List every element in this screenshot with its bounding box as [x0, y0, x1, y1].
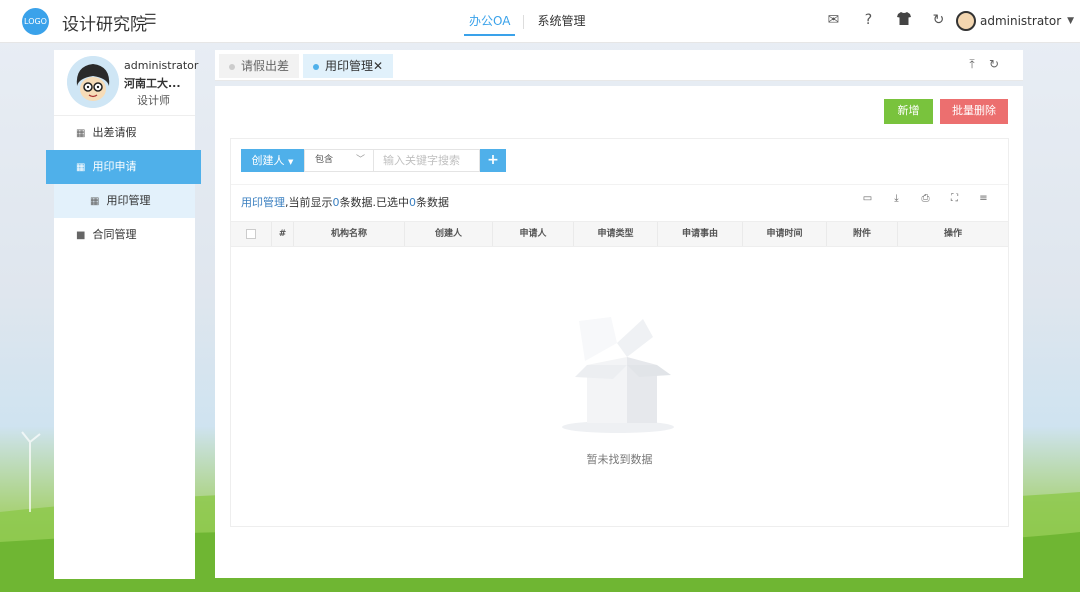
add-button[interactable]: 新增 [884, 99, 933, 124]
menu-toggle-icon[interactable]: ☰ [144, 12, 157, 28]
app-title: 设计研究院 [62, 15, 147, 35]
column-header-reason[interactable]: 申请事由 [658, 222, 743, 246]
sidebar-item-label: 出差请假 [92, 126, 137, 139]
refresh-icon[interactable]: ↻ [983, 57, 1005, 72]
select-all-checkbox[interactable] [246, 228, 256, 239]
selected-count: 0 [409, 196, 416, 209]
top-bar: LOGO 设计研究院 ☰ 办公OA 系统管理 ✉ ? ↻ administrat… [0, 0, 1080, 43]
gift-icon: ■ [76, 230, 86, 241]
sidebar: administrator 河南工大... 设计师 ▦ 出差请假 ▦ 用印申请 … [46, 50, 201, 579]
sidebar-item-seal-application[interactable]: ▦ 用印申请 [46, 150, 201, 184]
summary-text: ,当前显示 [285, 196, 333, 209]
tab-seal-management[interactable]: 用印管理✕ [303, 54, 394, 78]
tab-tools: ⤒ ↻ [961, 57, 1005, 72]
table-summary: 用印管理,当前显示0条数据.已选中0条数据 [241, 194, 449, 210]
caret-down-icon: ▼ [288, 158, 294, 166]
data-panel: 创建人 ▼ 包含 ﹀ + 用印管理,当前显示0条数据.已选中0条数据 ▭ ⤓ ⎙… [230, 138, 1009, 527]
column-header-attachment[interactable]: 附件 [827, 222, 898, 246]
tab-label: 用印管理 [325, 59, 374, 73]
sidebar-item-seal-management[interactable]: ▦ 用印管理 [54, 184, 195, 218]
filter-columns-icon[interactable]: ≡ [969, 193, 998, 204]
nav-office-oa[interactable]: 办公OA [456, 0, 523, 43]
sidebar-item-label: 用印申请 [92, 160, 137, 173]
mail-icon[interactable]: ✉ [816, 12, 851, 29]
refresh-icon[interactable]: ↻ [921, 12, 956, 29]
shirt-icon[interactable] [886, 12, 921, 29]
operator-select[interactable]: 包含 ﹀ [304, 149, 374, 172]
module-link[interactable]: 用印管理 [241, 196, 285, 209]
profile-org: 河南工大... [124, 77, 181, 90]
tab-dot [229, 63, 235, 70]
summary-text: 条数据.已选中 [339, 196, 410, 209]
print-icon[interactable]: ⎙ [911, 193, 940, 204]
column-header-type[interactable]: 申请类型 [574, 222, 658, 246]
folder-icon[interactable]: ▭ [853, 193, 882, 204]
search-input[interactable] [374, 149, 480, 172]
column-header-creator[interactable]: 创建人 [405, 222, 493, 246]
select-all-cell [231, 222, 272, 246]
field-select[interactable]: 创建人 ▼ [241, 149, 304, 172]
sidebar-item-label: 用印管理 [106, 194, 151, 207]
profile-role: 设计师 [137, 94, 170, 107]
empty-box-illustration [562, 317, 674, 433]
logo: LOGO [22, 8, 49, 35]
column-header-org[interactable]: 机构名称 [294, 222, 405, 246]
download-icon[interactable]: ⤓ [882, 193, 911, 204]
table-header: # 机构名称 创建人 申请人 申请类型 申请事由 申请时间 附件 操作 [231, 221, 1008, 247]
search-add-button[interactable]: + [480, 149, 506, 172]
empty-message: 暂未找到数据 [586, 453, 653, 466]
grid-icon: ▦ [76, 162, 86, 173]
profile-name: administrator [124, 59, 199, 72]
column-header-time[interactable]: 申请时间 [743, 222, 827, 246]
tab-dot [313, 63, 319, 70]
top-nav: 办公OA 系统管理 [456, 0, 598, 43]
operator-value: 包含 [315, 155, 334, 165]
grid-icon: ▦ [90, 196, 100, 207]
shown-count: 0 [332, 196, 340, 209]
user-profile: administrator 河南工大... 设计师 [54, 50, 199, 116]
batch-delete-button[interactable]: 批量删除 [940, 99, 1008, 124]
chevron-down-icon: ﹀ [355, 155, 365, 165]
profile-avatar [67, 56, 119, 108]
sidebar-item-contract-management[interactable]: ■ 合同管理 [54, 218, 195, 252]
sidebar-item-label: 合同管理 [92, 228, 137, 241]
empty-state: 暂未找到数据 [231, 247, 1008, 526]
column-header-actions[interactable]: 操作 [898, 222, 1008, 246]
caret-down-icon: ▼ [1067, 16, 1075, 26]
field-select-label: 创建人 [251, 154, 285, 167]
tab-bar: 请假出差 用印管理✕ ⤒ ↻ [215, 50, 1023, 81]
upload-icon[interactable]: ⤒ [961, 57, 983, 72]
fullscreen-icon[interactable]: ⛶ [940, 193, 969, 204]
top-icons: ✉ ? ↻ [816, 12, 956, 29]
main-content: 新增 批量删除 创建人 ▼ 包含 ﹀ + 用印管理,当前显示0条数据.已选中0条… [215, 86, 1023, 578]
summary-text: 条数据 [416, 196, 449, 209]
tab-leave-travel[interactable]: 请假出差 [219, 54, 300, 78]
avatar [956, 11, 976, 31]
table-info: 用印管理,当前显示0条数据.已选中0条数据 ▭ ⤓ ⎙ ⛶ ≡ [231, 184, 1008, 214]
search-bar: 创建人 ▼ 包含 ﹀ + [241, 149, 506, 172]
grid-icon: ▦ [76, 128, 86, 139]
help-icon[interactable]: ? [851, 12, 886, 29]
tab-label: 请假出差 [241, 59, 290, 73]
column-header-applicant[interactable]: 申请人 [493, 222, 574, 246]
close-icon[interactable]: ✕ [373, 59, 383, 73]
column-header-index[interactable]: # [272, 222, 294, 246]
nav-system-management[interactable]: 系统管理 [524, 0, 598, 43]
user-menu[interactable]: administrator ▼ [956, 11, 1074, 31]
user-name: administrator [980, 14, 1062, 28]
table-tools: ▭ ⤓ ⎙ ⛶ ≡ [853, 193, 998, 204]
sidebar-item-business-leave[interactable]: ▦ 出差请假 [54, 116, 195, 150]
